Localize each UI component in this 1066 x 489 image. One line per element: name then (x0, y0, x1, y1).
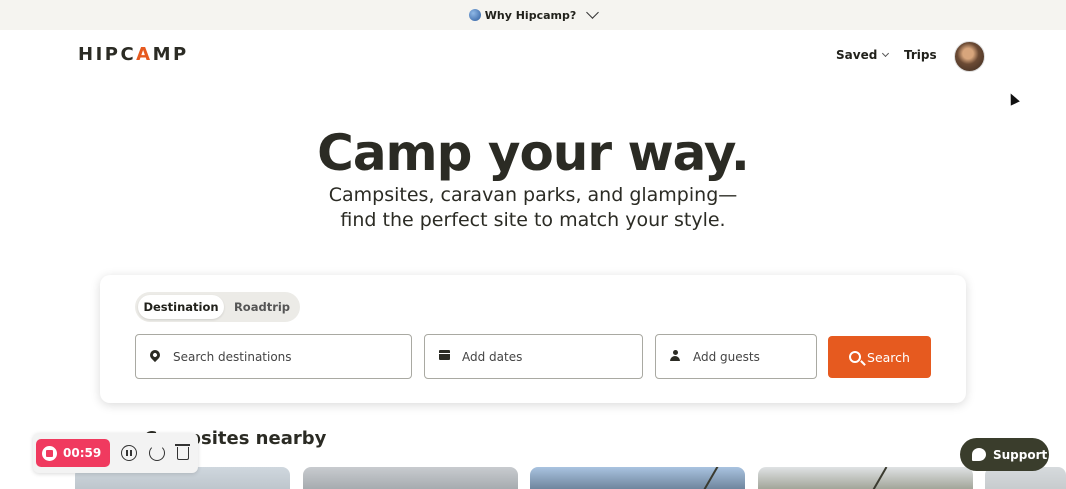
screen-recorder-widget: 00:59 (33, 433, 198, 473)
recording-time: 00:59 (63, 446, 102, 460)
nav-trips[interactable]: Trips (904, 48, 937, 62)
search-mode-tabs: Destination Roadtrip (135, 292, 300, 322)
destination-placeholder: Search destinations (173, 350, 292, 364)
guests-placeholder: Add guests (693, 350, 760, 364)
pause-icon[interactable] (121, 445, 137, 461)
support-label: Support (993, 447, 1048, 462)
location-pin-icon (147, 347, 163, 363)
chat-bubble-icon (972, 448, 986, 461)
site-header: HIPCAMP Saved Trips (0, 30, 1066, 80)
search-icon (849, 351, 862, 363)
search-card: Destination Roadtrip Search destinations… (100, 275, 966, 403)
avatar[interactable] (954, 41, 985, 72)
restart-icon[interactable] (149, 445, 165, 461)
nav-saved[interactable]: Saved (836, 48, 890, 62)
search-button-label: Search (867, 349, 910, 365)
stop-recording-button[interactable]: 00:59 (36, 439, 110, 467)
tab-roadtrip[interactable]: Roadtrip (228, 295, 296, 319)
globe-icon (468, 9, 481, 21)
chevron-down-icon (882, 49, 890, 58)
search-button[interactable]: Search (828, 336, 931, 378)
hero-subtitle: Campsites, caravan parks, and glamping—f… (328, 184, 738, 231)
chevron-down-icon (586, 6, 600, 19)
stop-icon (42, 445, 57, 461)
hero-title: Camp your way. (317, 124, 750, 182)
tree-branch (702, 467, 720, 489)
campsite-card-4[interactable] (758, 467, 973, 489)
support-button[interactable]: Support (960, 438, 1049, 471)
trash-icon[interactable] (175, 444, 190, 460)
dates-input[interactable]: Add dates (424, 334, 643, 379)
dates-placeholder: Add dates (462, 350, 523, 364)
campsite-card-3[interactable] (530, 467, 745, 489)
campsite-card-2[interactable] (303, 467, 518, 489)
calendar-icon (439, 350, 450, 360)
person-icon (670, 350, 680, 361)
why-hipcamp-banner[interactable]: Why Hipcamp? (0, 0, 1066, 30)
tab-destination[interactable]: Destination (138, 295, 224, 319)
mouse-cursor-icon (1006, 91, 1020, 106)
nav-saved-label: Saved (836, 48, 878, 62)
tree-branch (870, 467, 888, 489)
destination-input[interactable]: Search destinations (135, 334, 412, 379)
why-hipcamp-label: Why Hipcamp? (484, 8, 577, 22)
guests-input[interactable]: Add guests (655, 334, 817, 379)
hipcamp-logo[interactable]: HIPCAMP (78, 44, 189, 65)
